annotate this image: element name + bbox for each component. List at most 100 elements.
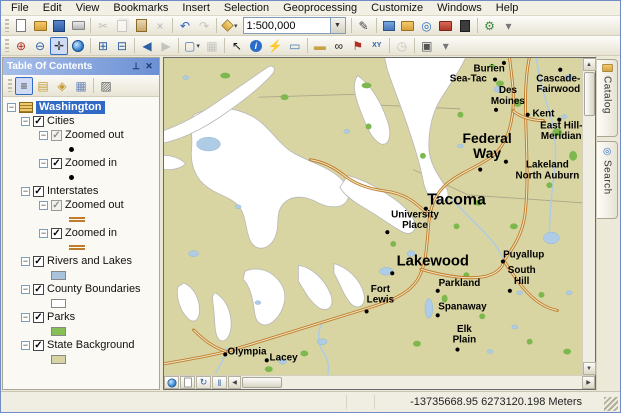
dock-tab-search[interactable]: ◎Search (597, 141, 618, 219)
layer-label[interactable]: Zoomed in (65, 157, 117, 170)
measure-button[interactable]: ▬ (311, 37, 329, 55)
menu-geoprocessing[interactable]: Geoprocessing (276, 1, 364, 15)
undo-button[interactable]: ↶ (176, 17, 194, 35)
collapse-icon[interactable]: − (21, 285, 30, 294)
save-button[interactable] (50, 17, 68, 35)
layer-label[interactable]: Rivers and Lakes (47, 255, 132, 268)
data-view-button[interactable] (164, 376, 179, 389)
go-forward-extent-button[interactable]: ▶ (157, 37, 175, 55)
layer-label[interactable]: State Background (47, 339, 134, 352)
new-document-button[interactable] (12, 17, 30, 35)
dock-tab-catalog[interactable]: Catalog (597, 59, 618, 137)
point-symbol[interactable] (69, 147, 74, 152)
collapse-icon[interactable]: − (39, 159, 48, 168)
fill-symbol[interactable] (51, 355, 66, 364)
go-back-extent-button[interactable]: ◀ (138, 37, 156, 55)
fill-symbol[interactable] (51, 327, 66, 336)
layer-checkbox[interactable]: ✓ (51, 130, 62, 141)
layer-checkbox[interactable]: ✓ (33, 312, 44, 323)
layer-label[interactable]: Zoomed in (65, 227, 117, 240)
zoom-in-button[interactable]: ⊕ (12, 37, 30, 55)
html-popup-button[interactable]: ▭ (286, 37, 304, 55)
identify-button[interactable]: i (247, 37, 265, 55)
clear-selection-button[interactable]: ▦ (203, 37, 221, 55)
arctoolbox-window-button[interactable] (437, 17, 455, 35)
layer-checkbox[interactable]: ✓ (33, 256, 44, 267)
pan-button[interactable]: ✛ (50, 37, 68, 55)
toolbar-overflow-button[interactable]: ▾ (437, 37, 455, 55)
toolbar-overflow-button[interactable]: ▾ (500, 17, 518, 35)
layout-view-button[interactable] (180, 376, 195, 389)
refresh-view-button[interactable]: ↻ (196, 376, 211, 389)
layer-checkbox[interactable]: ✓ (51, 158, 62, 169)
layer-checkbox[interactable]: ✓ (33, 284, 44, 295)
redo-button[interactable]: ↷ (195, 17, 213, 35)
map-scale-combo[interactable]: ▼ (243, 17, 346, 34)
horizontal-scroll-thumb[interactable] (242, 377, 282, 388)
hyperlink-button[interactable]: ⚡ (266, 37, 285, 55)
layer-checkbox[interactable]: ✓ (51, 228, 62, 239)
select-features-button[interactable]: ▢▾ (182, 37, 202, 55)
modelbuilder-window-button[interactable]: ⚙ (481, 17, 499, 35)
fill-symbol[interactable] (51, 271, 66, 280)
print-button[interactable] (69, 17, 87, 35)
map-canvas[interactable]: BurienSea-TacCascade-FairwoodDesMoinesKe… (164, 58, 582, 375)
menu-edit[interactable]: Edit (36, 1, 69, 15)
line-symbol[interactable] (69, 217, 85, 222)
map-scale-dropdown-icon[interactable]: ▼ (330, 18, 345, 33)
search-window-button[interactable]: ◎ (418, 17, 436, 35)
menu-windows[interactable]: Windows (430, 1, 489, 15)
paste-button[interactable] (132, 17, 150, 35)
editor-toolbar-button[interactable]: ✎ (355, 17, 373, 35)
find-button[interactable]: ∞ (330, 37, 348, 55)
scroll-up-icon[interactable]: ▲ (583, 58, 596, 71)
list-by-source-button[interactable]: ▤ (34, 77, 52, 95)
pin-icon[interactable]: ⊥ (130, 61, 142, 72)
catalog-window-button[interactable] (399, 17, 417, 35)
python-window-button[interactable] (456, 17, 474, 35)
delete-button[interactable]: × (151, 17, 169, 35)
go-to-xy-button[interactable]: XY (368, 37, 386, 55)
layer-checkbox[interactable]: ✓ (51, 200, 62, 211)
full-extent-button[interactable] (69, 37, 87, 55)
zoom-out-button[interactable]: ⊖ (31, 37, 49, 55)
add-data-button[interactable]: ▾ (220, 17, 240, 35)
layer-label[interactable]: Cities (47, 115, 75, 128)
layer-label[interactable]: Zoomed out (65, 199, 124, 212)
menu-insert[interactable]: Insert (175, 1, 217, 15)
menu-selection[interactable]: Selection (217, 1, 276, 15)
vertical-scroll-thumb[interactable] (584, 72, 595, 116)
find-route-button[interactable]: ⚑ (349, 37, 367, 55)
list-by-visibility-button[interactable]: ◈ (53, 77, 71, 95)
collapse-icon[interactable]: − (21, 187, 30, 196)
pause-drawing-button[interactable]: ‖ (212, 376, 227, 389)
list-by-drawing-order-button[interactable]: ≡ (15, 77, 33, 95)
layer-label[interactable]: Parks (47, 311, 75, 324)
collapse-icon[interactable]: − (39, 201, 48, 210)
menu-file[interactable]: File (4, 1, 36, 15)
collapse-icon[interactable]: − (21, 313, 30, 322)
collapse-icon[interactable]: − (21, 117, 30, 126)
collapse-icon[interactable]: − (39, 229, 48, 238)
close-icon[interactable]: ✕ (143, 61, 155, 72)
time-slider-button[interactable]: ◷ (393, 37, 411, 55)
collapse-icon[interactable]: − (7, 103, 16, 112)
menu-customize[interactable]: Customize (364, 1, 430, 15)
map-scale-input[interactable] (244, 20, 330, 32)
viewer-window-button[interactable]: ▣ (418, 37, 436, 55)
line-symbol[interactable] (69, 245, 85, 250)
fill-symbol[interactable] (51, 299, 66, 308)
copy-button[interactable] (113, 17, 131, 35)
resize-grip[interactable] (604, 397, 618, 411)
cut-button[interactable]: ✂ (94, 17, 112, 35)
scroll-down-icon[interactable]: ▼ (583, 362, 596, 375)
layer-label[interactable]: County Boundaries (47, 283, 141, 296)
scroll-left-icon[interactable]: ◀ (228, 376, 241, 389)
menu-view[interactable]: View (69, 1, 107, 15)
layer-label[interactable]: Interstates (47, 185, 98, 198)
scroll-right-icon[interactable]: ▶ (582, 376, 595, 389)
collapse-icon[interactable]: − (21, 257, 30, 266)
layer-label[interactable]: Zoomed out (65, 129, 124, 142)
list-by-selection-button[interactable]: ▦ (72, 77, 90, 95)
layer-checkbox[interactable]: ✓ (33, 186, 44, 197)
